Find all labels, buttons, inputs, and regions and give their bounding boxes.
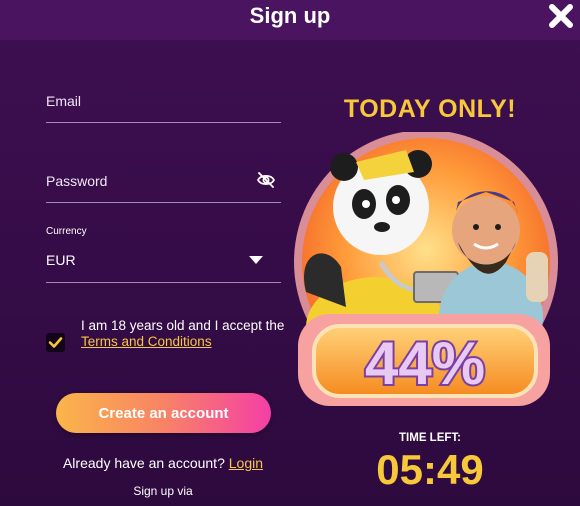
check-icon	[48, 337, 63, 348]
login-link[interactable]: Login	[229, 455, 263, 471]
eye-slash-icon[interactable]	[256, 170, 276, 190]
discount-value: 44%	[365, 330, 485, 397]
already-have-account-text: Already have an account?	[62, 455, 225, 471]
signup-via-text: Sign up via	[133, 484, 193, 498]
dialog-title: Sign up	[249, 3, 331, 28]
time-left-label: TIME LEFT:	[399, 432, 461, 444]
currency-underline	[46, 282, 281, 283]
discount-plate: 44%	[298, 314, 550, 406]
email-label: Email	[46, 93, 82, 109]
countdown-timer: 05:49	[376, 446, 484, 493]
terms-statement: I am 18 years old and I accept the	[81, 318, 285, 333]
email-underline	[46, 122, 281, 123]
dialog-header: Sign up	[0, 0, 580, 40]
promo-banner: 44%	[294, 132, 558, 406]
terms-link[interactable]: Terms and Conditions	[81, 334, 212, 349]
login-prompt: Already have an account? Login	[0, 455, 326, 471]
promo-headline: TODAY ONLY!	[343, 95, 517, 123]
password-label: Password	[46, 173, 108, 189]
password-underline	[46, 202, 281, 203]
close-icon[interactable]	[548, 3, 574, 29]
chevron-down-icon[interactable]	[249, 256, 263, 265]
currency-value: EUR	[46, 252, 76, 268]
age-terms-checkbox[interactable]	[46, 333, 65, 352]
create-account-button[interactable]: Create an account	[56, 393, 271, 433]
terms-text: I am 18 years old and I accept the Terms…	[81, 318, 291, 350]
currency-label: Currency	[46, 226, 87, 237]
